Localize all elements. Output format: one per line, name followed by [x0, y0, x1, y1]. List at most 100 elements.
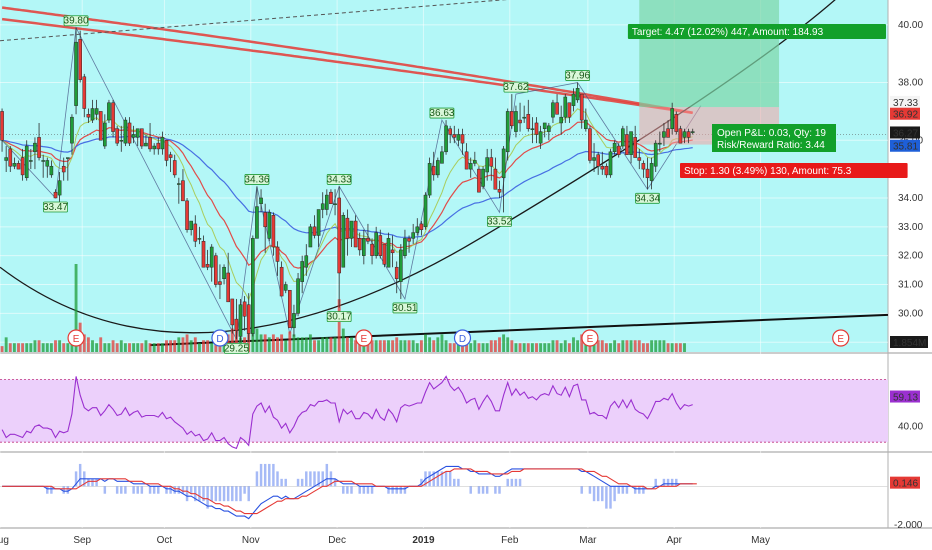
volume-bar	[350, 337, 353, 352]
volume-bar	[95, 343, 99, 352]
volume-bar	[559, 343, 563, 352]
candle-body	[460, 134, 465, 144]
swing-label-text: 33.52	[487, 216, 512, 227]
stock-chart[interactable]: 40.0038.0036.0034.0033.0032.0031.0030.00…	[0, 0, 932, 550]
candle-body	[440, 151, 444, 164]
candle-body	[82, 76, 87, 109]
macd-hist-bar	[333, 478, 337, 487]
macd-hist-bar	[350, 486, 353, 494]
candle-body	[201, 240, 206, 268]
candle-body	[633, 137, 637, 158]
swing-label: 29.25	[224, 342, 249, 354]
macd-hist-bar	[259, 463, 263, 487]
pnl-label: Open P&L: 0.03, Qty: 19Risk/Reward Ratio…	[712, 124, 836, 152]
candle-body	[378, 235, 383, 256]
swing-label: 37.62	[503, 81, 529, 93]
volume-bar	[123, 343, 127, 352]
candle-body	[271, 215, 276, 248]
macd-hist-bar	[132, 486, 135, 494]
macd-hist-bar	[210, 486, 213, 502]
last-price-label: 35.81	[890, 139, 920, 153]
volume-bar	[25, 343, 29, 352]
swing-label-text: 36.63	[429, 108, 454, 119]
volume-bar	[382, 340, 386, 352]
macd-hist-bar	[177, 486, 181, 494]
dividend-marker[interactable]: D	[211, 329, 229, 347]
chart-canvas[interactable]: 40.0038.0036.0034.0033.0032.0031.0030.00…	[0, 0, 932, 550]
stop-label[interactable]: Stop: 1.30 (3.49%) 130, Amount: 75.3	[680, 163, 908, 178]
candle-body	[518, 119, 522, 124]
earnings-marker[interactable]: E	[832, 329, 850, 347]
candle-body	[98, 111, 103, 141]
volume-bar	[280, 334, 284, 352]
candle-body	[625, 134, 629, 155]
macd-hist-bar	[148, 486, 152, 494]
macd-hist-bar	[222, 486, 226, 502]
volume-bar	[276, 337, 279, 352]
candle-body	[70, 116, 74, 144]
swing-label-text: 34.33	[327, 174, 352, 185]
candle-body	[312, 226, 317, 236]
target-label[interactable]: Target: 4.47 (12.02%) 447, Amount: 184.9…	[627, 24, 886, 39]
candle-body	[649, 163, 654, 181]
macd-hist-bar	[78, 463, 82, 487]
volume-bar	[428, 337, 432, 352]
volume-bar	[86, 337, 90, 352]
macd-hist-bar	[654, 478, 657, 487]
volume-bar	[391, 340, 395, 352]
volume-bar	[292, 334, 296, 352]
macd-hist-bar	[103, 486, 107, 494]
candle-body	[621, 128, 625, 147]
candle-body	[522, 116, 526, 119]
candle-body	[20, 157, 25, 176]
macd-hist-bar	[95, 478, 98, 487]
swing-label: 37.96	[565, 70, 591, 82]
swing-label: 36.63	[429, 107, 455, 119]
volume-bar	[152, 343, 156, 352]
macd-hist-bar	[387, 486, 390, 494]
volume-bar	[321, 337, 325, 352]
earnings-marker[interactable]: E	[581, 329, 599, 347]
macd-hist-bar	[280, 478, 283, 487]
volume-bar	[136, 343, 140, 352]
target-zone[interactable]	[639, 0, 780, 108]
volume-bar	[670, 343, 674, 352]
earnings-marker[interactable]: E	[355, 329, 373, 347]
candle-body	[501, 148, 506, 179]
earnings-marker[interactable]: E	[67, 329, 85, 347]
dividend-marker[interactable]: D	[453, 329, 472, 347]
candle-body	[394, 266, 399, 280]
candle-body	[588, 128, 592, 161]
time-tick-label: Aug	[0, 535, 9, 546]
candle-body	[612, 142, 617, 153]
pnl-label-text: Open P&L: 0.03, Qty: 19	[717, 128, 826, 139]
volume-bar	[263, 334, 267, 352]
volume-bar	[399, 340, 403, 352]
macd-hist-bar	[235, 486, 238, 502]
macd-hist-bar	[638, 486, 641, 494]
macd-hist-bar	[436, 471, 440, 487]
volume-bar	[477, 343, 481, 352]
candle-body	[4, 157, 8, 161]
last-price-label: 36.27	[890, 126, 920, 139]
macd-hist-bar	[255, 471, 259, 487]
volume-bar	[99, 337, 103, 352]
volume-bar	[473, 340, 477, 352]
swing-label: 34.33	[327, 174, 352, 185]
volume-bar	[267, 337, 271, 352]
candle-body	[12, 163, 17, 167]
volume-bar	[514, 343, 518, 352]
volume-bar	[62, 343, 66, 352]
swing-label-text: 30.51	[392, 303, 417, 314]
candle-body	[111, 102, 115, 132]
macd-hist-bar	[152, 486, 156, 494]
volume-bar	[12, 343, 16, 352]
candle-body	[596, 154, 600, 167]
candle-body	[78, 39, 82, 80]
volume-bar	[103, 343, 107, 352]
candle-body	[127, 122, 132, 144]
macd-hist-bar	[633, 486, 637, 494]
swing-label: 39.80	[64, 15, 89, 27]
macd-value-label: 0.146	[890, 476, 920, 490]
last-price-label-text: 36.27	[893, 128, 918, 139]
